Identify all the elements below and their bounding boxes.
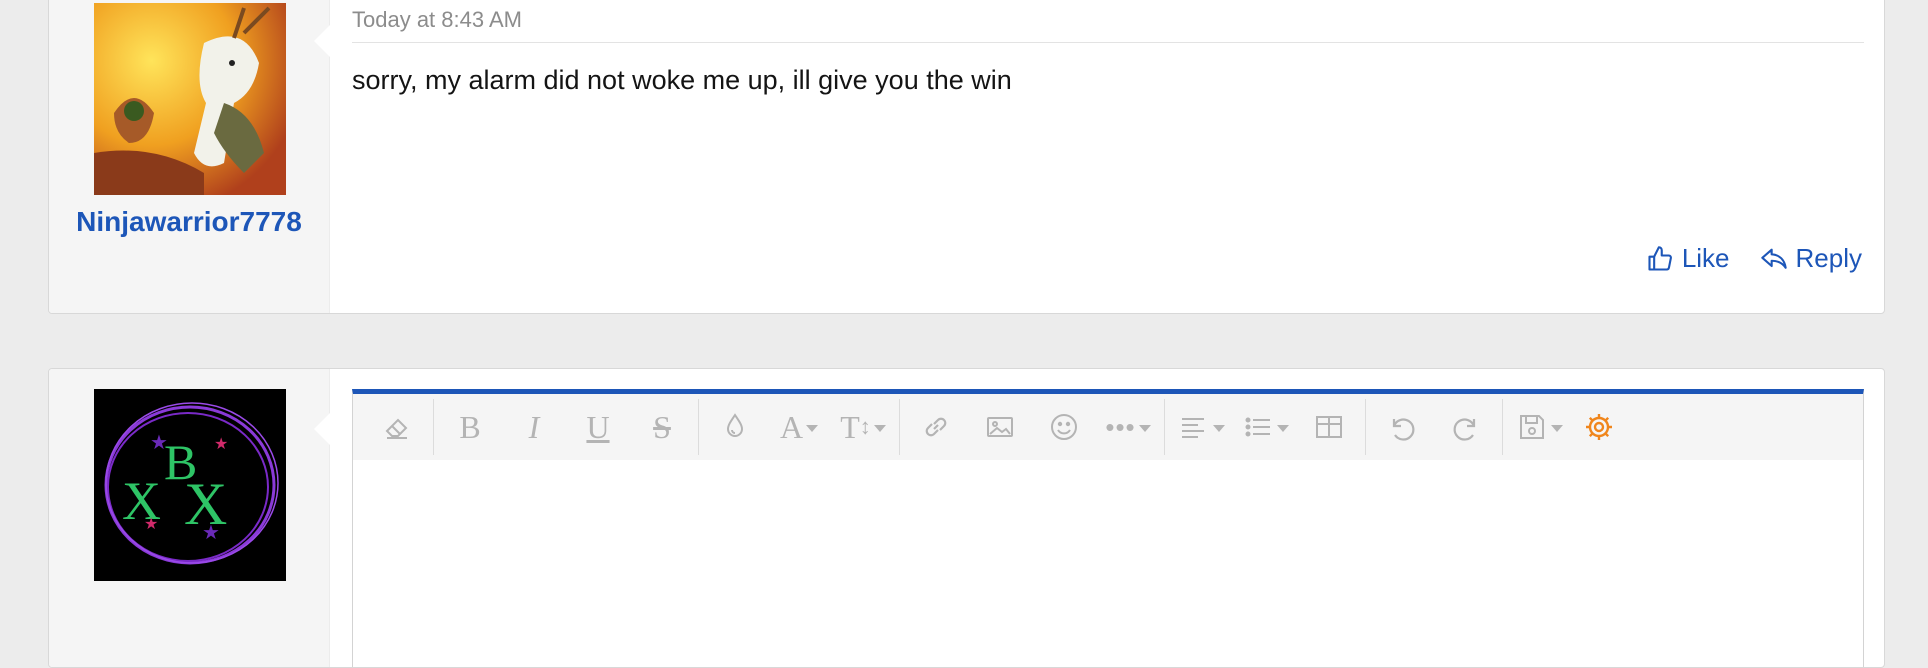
toolbar-group-format: B I U S <box>434 399 699 455</box>
message-actions: Like Reply <box>1646 243 1862 274</box>
post-arrow-pointer <box>313 412 330 446</box>
thumbs-up-icon <box>1648 245 1672 271</box>
smiley-icon[interactable] <box>1032 399 1096 455</box>
redo-icon[interactable] <box>1434 399 1498 455</box>
header-divider <box>352 42 1864 43</box>
eraser-icon[interactable] <box>365 399 429 455</box>
rich-text-editor: B I U S A T ↕ ••• <box>352 389 1864 667</box>
svg-text:★: ★ <box>144 516 158 533</box>
link-icon[interactable] <box>904 399 968 455</box>
like-button[interactable]: Like <box>1646 243 1730 274</box>
list-icon[interactable] <box>1233 399 1297 455</box>
table-icon[interactable] <box>1297 399 1361 455</box>
undo-icon[interactable] <box>1370 399 1434 455</box>
reply-arrow-icon <box>1760 248 1787 269</box>
settings-gear-icon[interactable] <box>1571 399 1627 455</box>
message-text-area[interactable] <box>353 460 1863 667</box>
toolbar-group-misc <box>1503 399 1631 455</box>
align-icon[interactable] <box>1169 399 1233 455</box>
like-label: Like <box>1681 243 1730 273</box>
svg-text:★: ★ <box>150 432 168 454</box>
toolbar-group-history <box>1366 399 1503 455</box>
strikethrough-icon[interactable]: S <box>630 399 694 455</box>
font-size-icon[interactable]: T ↕ <box>831 399 895 455</box>
font-family-icon[interactable]: A <box>767 399 831 455</box>
message-post: Ninjawarrior7778 Today at 8:43 AM sorry,… <box>48 0 1885 314</box>
bold-icon[interactable]: B <box>438 399 502 455</box>
toolbar-group-insert: ••• <box>900 399 1165 455</box>
toolbar-group-clear <box>361 399 434 455</box>
reply-label: Reply <box>1795 243 1862 273</box>
message-content: Today at 8:43 AM sorry, my alarm did not… <box>330 0 1884 313</box>
text-color-icon[interactable] <box>703 399 767 455</box>
avatar[interactable] <box>94 3 286 195</box>
underline-icon[interactable]: U <box>566 399 630 455</box>
post-arrow-pointer <box>313 24 330 58</box>
svg-text:★: ★ <box>202 522 220 544</box>
reply-user-column: B X X ★ ★ ★ ★ <box>49 369 330 667</box>
editor-toolbar: B I U S A T ↕ ••• <box>353 394 1863 461</box>
reply-button[interactable]: Reply <box>1760 243 1862 274</box>
post-timestamp[interactable]: Today at 8:43 AM <box>352 7 522 33</box>
toolbar-group-layout <box>1165 399 1366 455</box>
message-body: sorry, my alarm did not woke me up, ill … <box>352 65 1012 95</box>
quick-reply: B X X ★ ★ ★ ★ B I U S A T ↕ ••• <box>48 368 1885 668</box>
image-icon[interactable] <box>968 399 1032 455</box>
italic-icon[interactable]: I <box>502 399 566 455</box>
reply-content: B I U S A T ↕ ••• <box>330 369 1884 667</box>
save-draft-icon[interactable] <box>1507 399 1571 455</box>
avatar[interactable]: B X X ★ ★ ★ ★ <box>94 389 286 581</box>
more-icon[interactable]: ••• <box>1096 399 1160 455</box>
message-user-column: Ninjawarrior7778 <box>49 0 330 313</box>
username-link[interactable]: Ninjawarrior7778 <box>69 201 309 242</box>
svg-text:★: ★ <box>214 436 228 453</box>
toolbar-group-text: A T ↕ <box>699 399 900 455</box>
